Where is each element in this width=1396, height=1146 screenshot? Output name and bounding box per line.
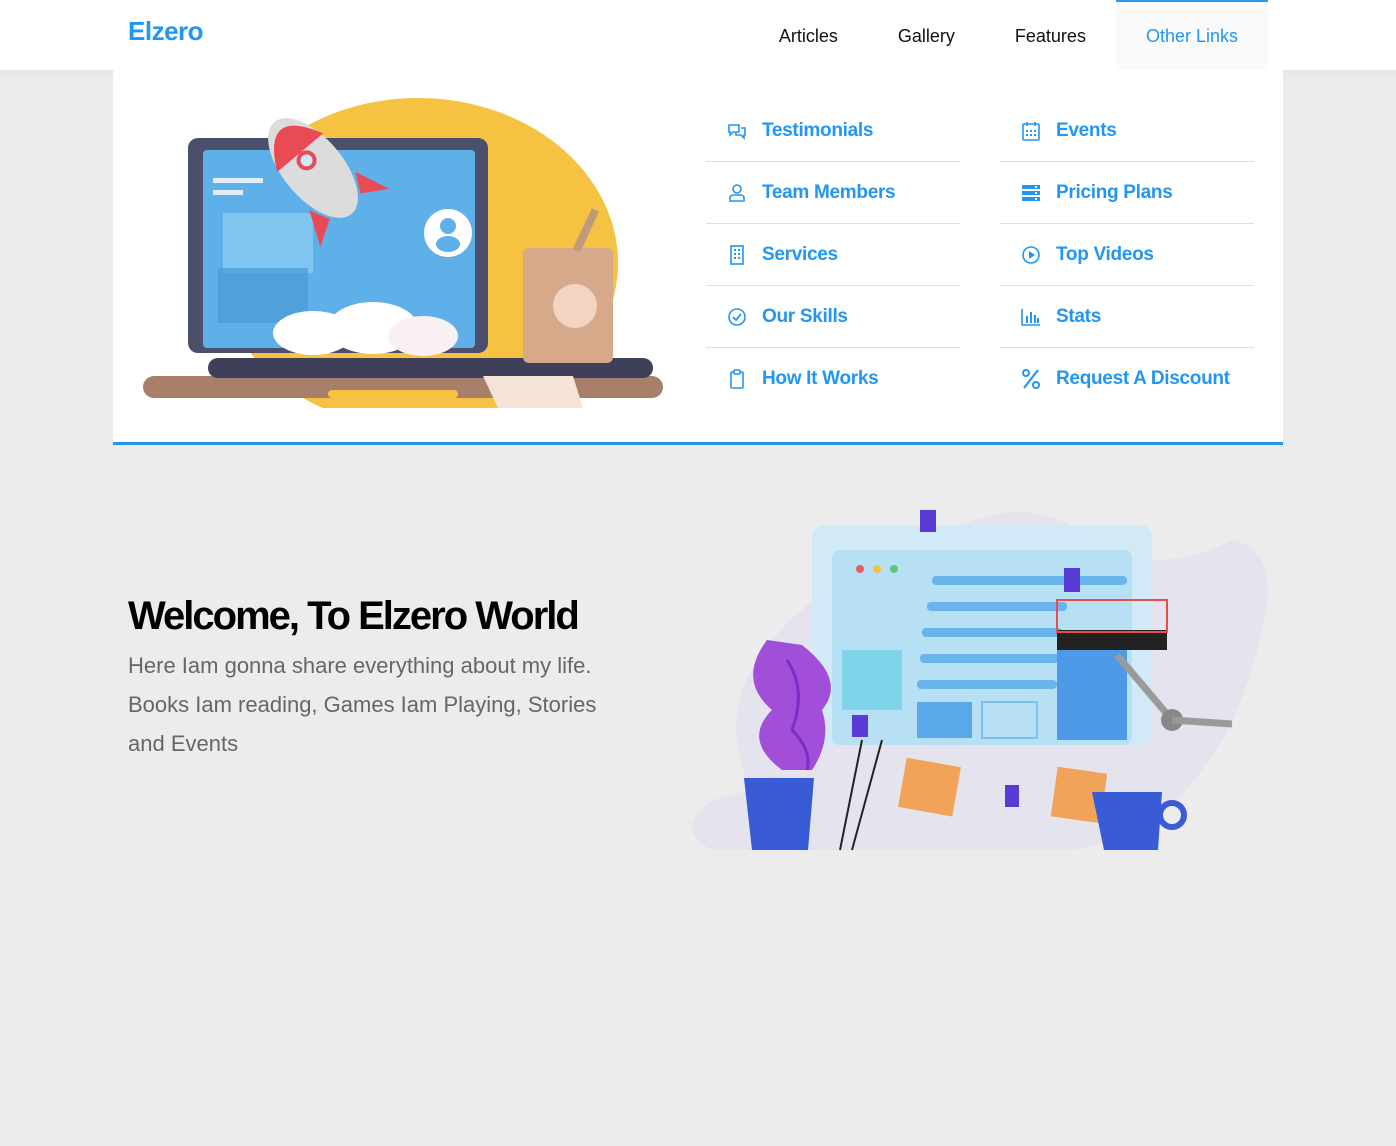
- check-circle-icon: [726, 306, 748, 328]
- link-label: Our Skills: [762, 305, 848, 327]
- link-label: Services: [762, 243, 838, 265]
- rocket-laptop-illustration: [143, 98, 663, 408]
- link-label: Events: [1056, 119, 1117, 141]
- server-icon: [1020, 182, 1042, 204]
- link-top-videos[interactable]: Top Videos: [1000, 224, 1254, 286]
- link-label: Testimonials: [762, 119, 874, 141]
- nav-gallery[interactable]: Gallery: [868, 0, 985, 70]
- main-nav: Articles Gallery Features Other Links: [749, 0, 1268, 70]
- play-circle-icon: [1020, 244, 1042, 266]
- landing-description: Here Iam gonna share everything about my…: [128, 653, 597, 756]
- comments-icon: [726, 120, 748, 142]
- clipboard-icon: [726, 368, 748, 390]
- nav-features[interactable]: Features: [985, 0, 1116, 70]
- link-services[interactable]: Services: [706, 224, 960, 286]
- building-icon: [726, 244, 748, 266]
- landing-title: Welcome, To Elzero World: [128, 594, 580, 638]
- nav-articles[interactable]: Articles: [749, 0, 868, 70]
- link-how-it-works[interactable]: How It Works: [706, 348, 960, 410]
- link-team-members[interactable]: Team Members: [706, 162, 960, 224]
- link-events[interactable]: Events: [1000, 100, 1254, 162]
- links-column-1: Testimonials Team Members Services Our S…: [706, 100, 960, 410]
- link-testimonials[interactable]: Testimonials: [706, 100, 960, 162]
- mega-menu: Testimonials Team Members Services Our S…: [113, 70, 1283, 445]
- logo[interactable]: Elzero: [128, 16, 204, 47]
- link-pricing-plans[interactable]: Pricing Plans: [1000, 162, 1254, 224]
- link-our-skills[interactable]: Our Skills: [706, 286, 960, 348]
- link-label: Team Members: [762, 181, 896, 203]
- website-building-illustration: [692, 510, 1268, 851]
- link-label: Top Videos: [1056, 243, 1154, 265]
- link-label: Request A Discount: [1056, 368, 1230, 389]
- nav-other-links[interactable]: Other Links: [1115, 0, 1268, 70]
- chart-bar-icon: [1020, 306, 1042, 328]
- calendar-icon: [1020, 120, 1042, 142]
- link-request-a-discount[interactable]: Request A Discount: [1000, 348, 1254, 410]
- link-label: Stats: [1056, 305, 1101, 327]
- header: Elzero Articles Gallery Features Other L…: [0, 0, 1396, 70]
- user-icon: [726, 182, 748, 204]
- percent-icon: [1020, 368, 1042, 390]
- link-stats[interactable]: Stats: [1000, 286, 1254, 348]
- link-label: How It Works: [762, 368, 879, 389]
- link-label: Pricing Plans: [1056, 181, 1173, 203]
- links-column-2: Events Pricing Plans Top Videos Stats Re…: [1000, 100, 1254, 410]
